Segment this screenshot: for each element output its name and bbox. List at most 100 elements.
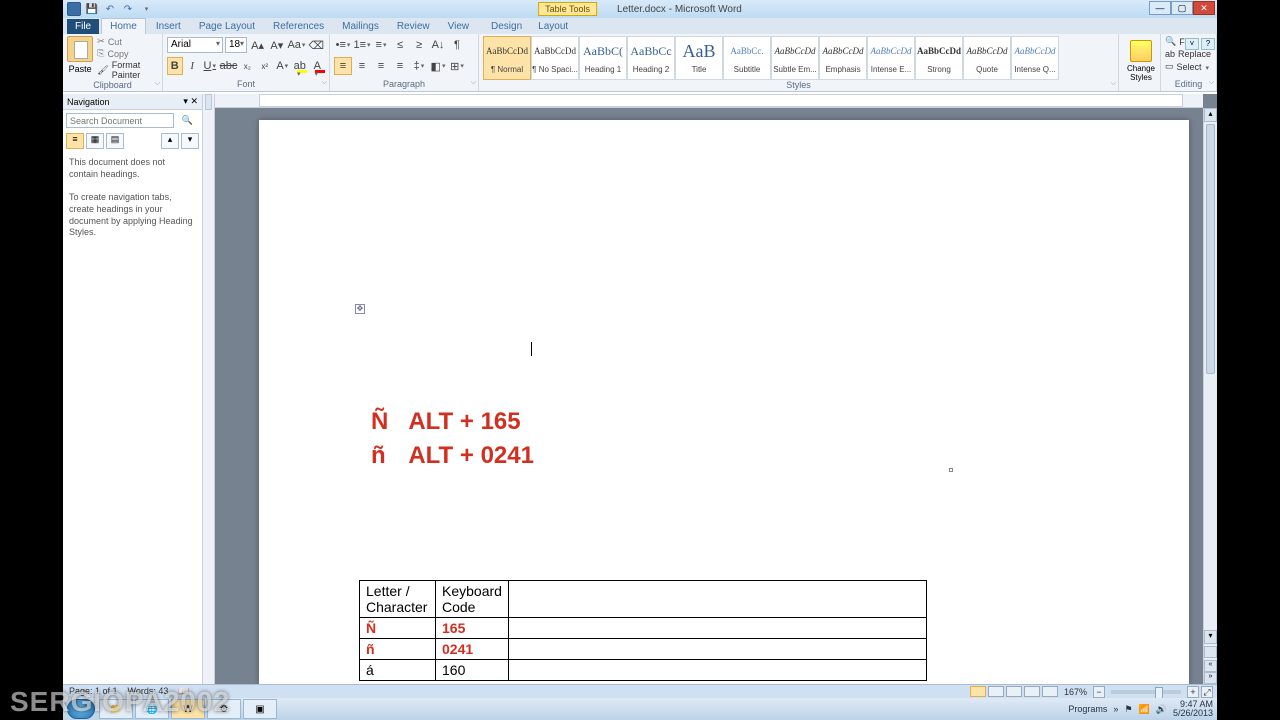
help-icon[interactable]: ?	[1201, 38, 1215, 50]
select-button[interactable]: ▭Select	[1165, 61, 1213, 72]
strikethrough-button[interactable]: abc	[220, 57, 238, 75]
vertical-scrollbar[interactable]: ▴ ▾ « »	[1203, 108, 1217, 684]
style-subtitle[interactable]: AaBbCc.Subtitle	[723, 36, 771, 80]
sort-button[interactable]: A↓	[429, 36, 447, 54]
style-heading-2[interactable]: AaBbCcHeading 2	[627, 36, 675, 80]
zoom-percent[interactable]: 167%	[1064, 687, 1087, 697]
tray-volume-icon[interactable]: 🔊	[1156, 704, 1167, 715]
shrink-font-button[interactable]: A▾	[268, 36, 285, 54]
qat-redo-icon[interactable]: ↷	[121, 2, 135, 16]
style--normal[interactable]: AaBbCcDd¶ Normal	[483, 36, 531, 80]
copy-button[interactable]: ⎘Copy	[97, 48, 158, 59]
style--no-spaci-[interactable]: AaBbCcDd¶ No Spaci...	[531, 36, 579, 80]
bold-button[interactable]: B	[167, 57, 183, 75]
tray-programs[interactable]: Programs	[1068, 704, 1107, 714]
nav-tab-headings[interactable]: ≡	[66, 133, 84, 149]
style-subtle-em-[interactable]: AaBbCcDdSubtle Em...	[771, 36, 819, 80]
bullets-button[interactable]: •≡	[334, 36, 352, 54]
nav-next-icon[interactable]: ▾	[181, 133, 199, 149]
prev-page-icon[interactable]: «	[1204, 660, 1217, 672]
scroll-thumb[interactable]	[1206, 124, 1215, 374]
view-full-screen-button[interactable]	[988, 686, 1004, 697]
search-input[interactable]	[66, 113, 174, 128]
table-row[interactable]: Ñ165	[360, 618, 927, 639]
align-left-button[interactable]: ≡	[334, 57, 352, 75]
vertical-ruler[interactable]	[203, 94, 215, 684]
style-intense-q-[interactable]: AaBbCcDdIntense Q...	[1011, 36, 1059, 80]
table-resize-handle-icon[interactable]	[949, 468, 953, 472]
tab-view[interactable]: View	[440, 19, 478, 34]
horizontal-ruler[interactable]	[215, 94, 1203, 108]
view-outline-button[interactable]	[1024, 686, 1040, 697]
highlight-button[interactable]: ab	[292, 57, 308, 75]
qat-customize-icon[interactable]	[139, 2, 153, 16]
change-styles-button[interactable]: Change Styles	[1123, 36, 1159, 82]
justify-button[interactable]: ≡	[391, 57, 409, 75]
tray-expand-icon[interactable]: »	[1113, 704, 1118, 714]
nav-tab-pages[interactable]: ▦	[86, 133, 104, 149]
scroll-up-icon[interactable]: ▴	[1204, 108, 1217, 122]
tray-clock[interactable]: 9:47 AM5/26/2013	[1173, 700, 1213, 718]
nav-close-icon[interactable]: ✕	[190, 96, 198, 106]
tab-references[interactable]: References	[265, 19, 332, 34]
shading-button[interactable]: ◧	[429, 57, 447, 75]
style-strong[interactable]: AaBbCcDdStrong	[915, 36, 963, 80]
page[interactable]: ✥ ÑALT + 165 ñALT + 0241 Letter / Charac…	[259, 120, 1189, 684]
tab-insert[interactable]: Insert	[148, 19, 189, 34]
font-color-button[interactable]: A	[310, 57, 326, 75]
increase-indent-button[interactable]: ≥	[410, 36, 428, 54]
format-painter-button[interactable]: 🖌Format Painter	[97, 60, 158, 80]
task-app2[interactable]: ▣	[243, 699, 277, 719]
scroll-down-icon[interactable]: ▾	[1204, 630, 1217, 644]
multilevel-button[interactable]: ≡	[372, 36, 390, 54]
italic-button[interactable]: I	[185, 57, 201, 75]
next-page-icon[interactable]: »	[1204, 672, 1217, 684]
clear-formatting-button[interactable]: ⌫	[307, 36, 325, 54]
nav-prev-icon[interactable]: ▴	[161, 133, 179, 149]
styles-gallery[interactable]: AaBbCcDd¶ NormalAaBbCcDd¶ No Spaci...AaB…	[483, 36, 1114, 80]
style-heading-1[interactable]: AaBbC(Heading 1	[579, 36, 627, 80]
nav-dropdown-icon[interactable]: ▾	[183, 96, 188, 106]
zoom-fit-button[interactable]: ⤢	[1201, 686, 1213, 698]
decrease-indent-button[interactable]: ≤	[391, 36, 409, 54]
superscript-button[interactable]: x²	[257, 57, 273, 75]
ribbon-minimize-icon[interactable]: ˅	[1185, 38, 1199, 50]
style-intense-e-[interactable]: AaBbCcDdIntense E...	[867, 36, 915, 80]
character-table[interactable]: Letter / Character Keyboard Code Ñ165ñ02…	[359, 580, 927, 681]
align-right-button[interactable]: ≡	[372, 57, 390, 75]
font-size-combo[interactable]: 18	[225, 37, 247, 53]
style-quote[interactable]: AaBbCcDdQuote	[963, 36, 1011, 80]
align-center-button[interactable]: ≡	[353, 57, 371, 75]
font-name-combo[interactable]: Arial	[167, 37, 223, 53]
tab-home[interactable]: Home	[101, 18, 146, 34]
grow-font-button[interactable]: A▴	[249, 36, 266, 54]
text-effects-button[interactable]: A	[275, 57, 291, 75]
style-title[interactable]: AaBTitle	[675, 36, 723, 80]
numbering-button[interactable]: 1≡	[353, 36, 371, 54]
zoom-slider[interactable]	[1111, 690, 1181, 694]
view-web-layout-button[interactable]	[1006, 686, 1022, 697]
tab-design[interactable]: Design	[483, 19, 530, 34]
tray-network-icon[interactable]: 📶	[1139, 704, 1150, 715]
minimize-button[interactable]: —	[1149, 1, 1171, 15]
qat-save-icon[interactable]: 💾	[85, 2, 99, 16]
table-row[interactable]: ñ0241	[360, 639, 927, 660]
tab-page-layout[interactable]: Page Layout	[191, 19, 263, 34]
tray-flag-icon[interactable]: ⚑	[1124, 704, 1132, 715]
paste-button[interactable]: Paste	[67, 36, 93, 80]
tab-review[interactable]: Review	[389, 19, 438, 34]
line-spacing-button[interactable]: ‡	[410, 57, 428, 75]
cut-button[interactable]: ✂Cut	[97, 36, 158, 47]
change-case-button[interactable]: Aa	[287, 36, 305, 54]
tab-mailings[interactable]: Mailings	[334, 19, 387, 34]
tab-layout[interactable]: Layout	[530, 19, 576, 34]
zoom-out-button[interactable]: −	[1093, 686, 1105, 698]
show-marks-button[interactable]: ¶	[448, 36, 466, 54]
qat-undo-icon[interactable]: ↶	[103, 2, 117, 16]
table-row[interactable]: á160	[360, 660, 927, 681]
tab-file[interactable]: File	[67, 19, 99, 34]
replace-button[interactable]: abReplace	[1165, 49, 1213, 59]
subscript-button[interactable]: x₂	[240, 57, 256, 75]
view-print-layout-button[interactable]	[970, 686, 986, 697]
underline-button[interactable]: U	[202, 57, 218, 75]
